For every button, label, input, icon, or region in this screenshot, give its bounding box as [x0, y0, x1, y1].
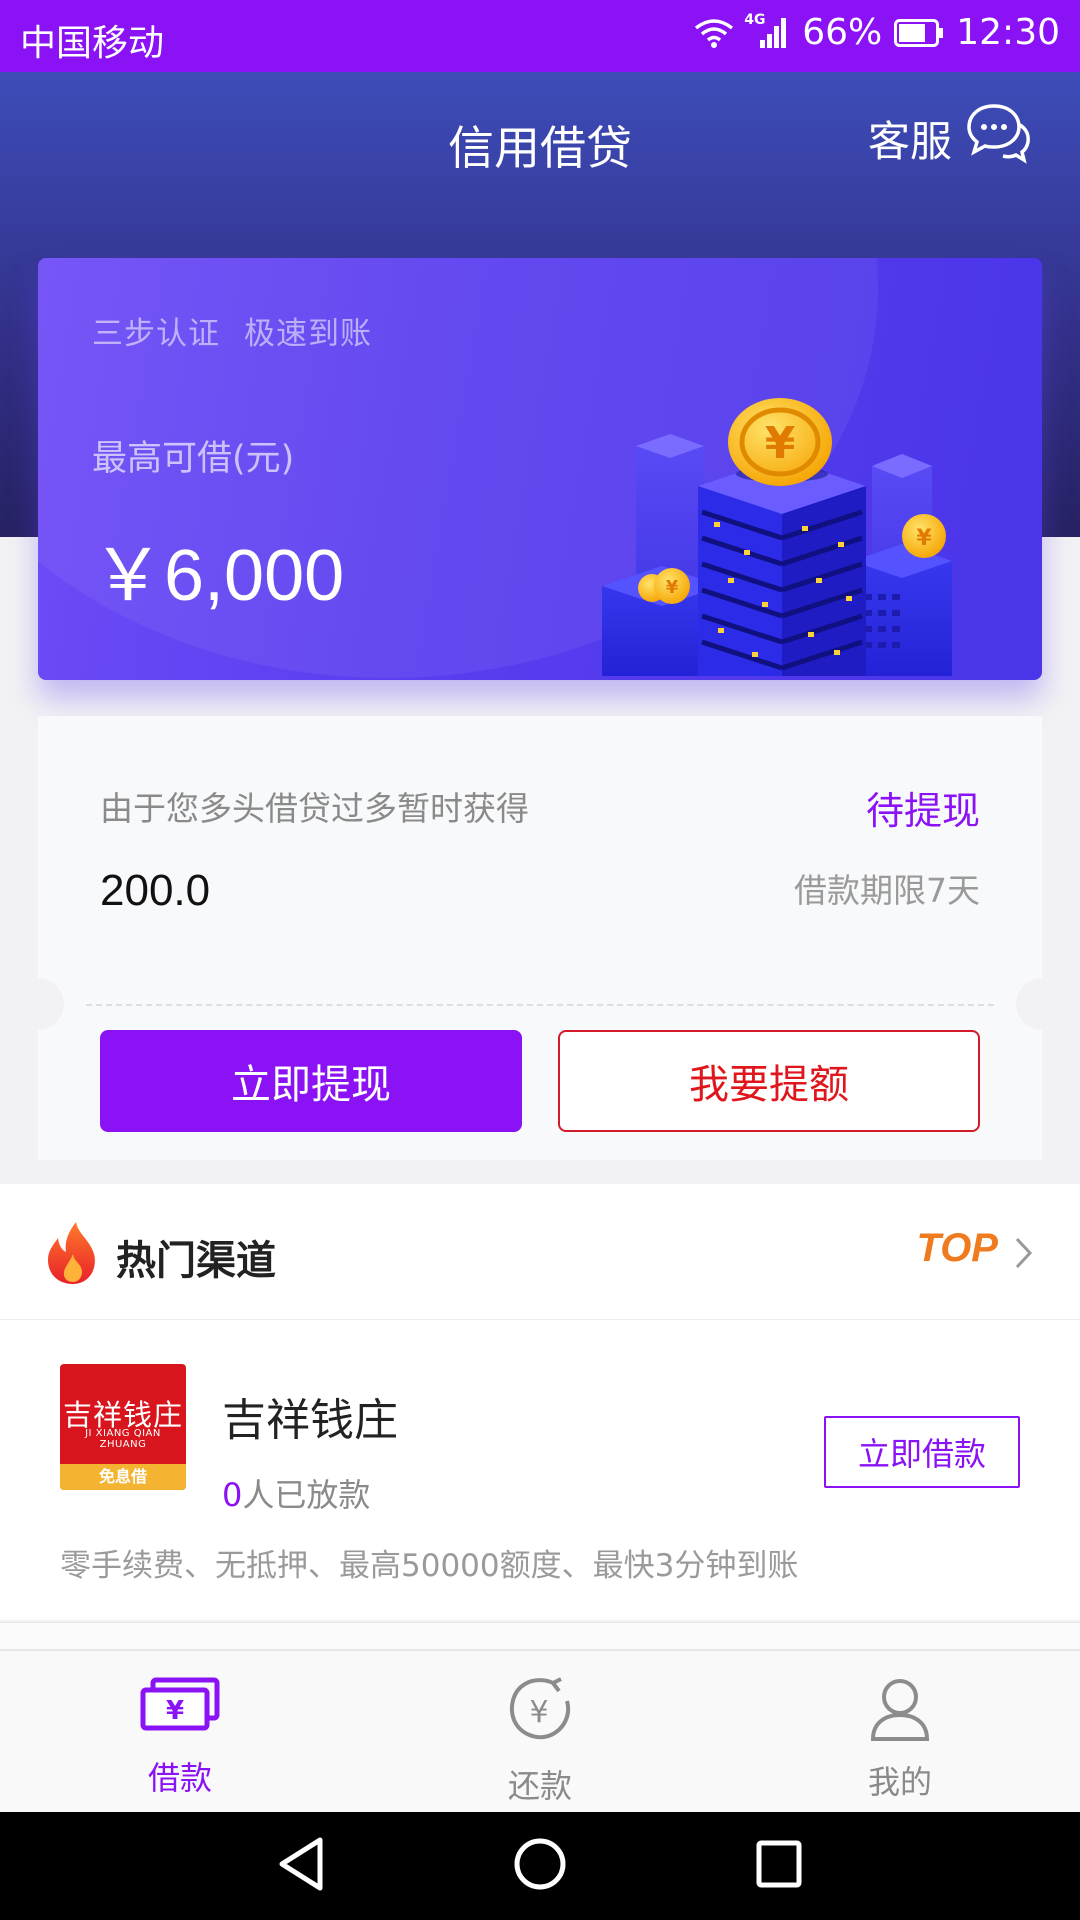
- tab-mine-label: 我的: [867, 1763, 932, 1801]
- system-nav-bar: [0, 1812, 1080, 1920]
- loan-term: 借款期限7天: [794, 871, 980, 910]
- channel-logo[interactable]: 吉祥钱庄 JI XIANG QIAN ZHUANG 免息借: [60, 1364, 186, 1490]
- home-icon[interactable]: [512, 1834, 568, 1898]
- section-separator: [0, 1622, 1080, 1650]
- channel-loan-count: 0人已放款: [222, 1470, 370, 1516]
- channel-description: 零手续费、无抵押、最高50000额度、最快3分钟到账: [60, 1548, 799, 1584]
- card-notch-left: [12, 978, 64, 1030]
- signal-icon: 4G: [744, 12, 790, 50]
- network-type-label: 4G: [744, 11, 766, 28]
- top-label: TOP: [916, 1226, 998, 1270]
- loan-reason-text: 由于您多头借贷过多暂时获得: [100, 789, 529, 828]
- chevron-right-icon: [1014, 1236, 1034, 1274]
- city-coins-illustration: ¥ ¥ ¥: [602, 346, 1022, 680]
- loan-count-number: 0: [222, 1476, 243, 1514]
- chat-icon: [966, 102, 1032, 174]
- back-icon[interactable]: [274, 1834, 328, 1898]
- svg-text:¥: ¥: [166, 1696, 184, 1726]
- wifi-icon: [694, 18, 734, 48]
- hot-channels-section: 热门渠道 TOP 吉祥钱庄 JI XIANG QIAN ZHUANG 免息借 吉…: [0, 1184, 1080, 1620]
- slogan: 三步认证 极速到账: [92, 308, 372, 353]
- max-borrow-amount: ￥6,000: [92, 536, 345, 616]
- raise-limit-button[interactable]: 我要提额: [558, 1030, 980, 1132]
- battery-icon: [894, 18, 944, 47]
- flame-icon: [46, 1220, 100, 1290]
- svg-text:¥: ¥: [666, 577, 679, 598]
- svg-text:¥: ¥: [529, 1695, 548, 1730]
- dashed-divider: [86, 1004, 994, 1006]
- status-bar: 中国移动 4G 66% 12:30: [0, 0, 1080, 72]
- bottom-tab-bar: ¥ 借款 ¥ 还款 我的: [0, 1650, 1080, 1812]
- customer-service-button[interactable]: 客服: [868, 102, 1032, 174]
- customer-service-label: 客服: [867, 116, 952, 166]
- carrier-label: 中国移动: [20, 23, 165, 64]
- borrow-now-button[interactable]: 立即借款: [824, 1416, 1020, 1488]
- tab-repay-label: 还款: [507, 1767, 572, 1805]
- loan-count-suffix: 人已放款: [242, 1476, 371, 1514]
- card-notch-right: [1016, 978, 1068, 1030]
- battery-percent: 66%: [802, 12, 883, 53]
- recent-apps-icon[interactable]: [754, 1834, 804, 1898]
- loan-status-badge: 待提现: [865, 789, 980, 833]
- loan-icon: ¥: [0, 1677, 360, 1733]
- logo-badge: 免息借: [60, 1464, 186, 1490]
- loan-amount: 200.0: [100, 866, 211, 915]
- svg-text:¥: ¥: [916, 526, 932, 551]
- credit-limit-card: 三步认证 极速到账 最高可借(元) ￥6,000 ¥ ¥ ¥: [38, 258, 1042, 680]
- withdraw-button[interactable]: 立即提现: [100, 1030, 522, 1132]
- user-icon: [720, 1677, 1080, 1741]
- tab-loan[interactable]: ¥ 借款: [0, 1651, 360, 1813]
- logo-pinyin: JI XIANG QIAN ZHUANG: [85, 1428, 161, 1450]
- loan-status-card: 由于您多头借贷过多暂时获得 待提现 200.0 借款期限7天 立即提现 我要提额: [12, 716, 1068, 1160]
- svg-text:¥: ¥: [765, 418, 796, 469]
- tab-repay[interactable]: ¥ 还款: [360, 1651, 720, 1813]
- channel-name[interactable]: 吉祥钱庄: [222, 1384, 398, 1448]
- hot-channels-header[interactable]: 热门渠道 TOP: [0, 1184, 1080, 1320]
- tab-mine[interactable]: 我的: [720, 1651, 1080, 1813]
- hot-channels-title: 热门渠道: [116, 1238, 276, 1284]
- repay-icon: ¥: [360, 1677, 720, 1743]
- slogan-text-2: 极速到账: [244, 316, 372, 352]
- clock: 12:30: [956, 12, 1060, 53]
- max-borrow-label: 最高可借(元): [92, 439, 295, 479]
- slogan-text-1: 三步认证: [92, 316, 220, 352]
- tab-loan-label: 借款: [147, 1759, 212, 1797]
